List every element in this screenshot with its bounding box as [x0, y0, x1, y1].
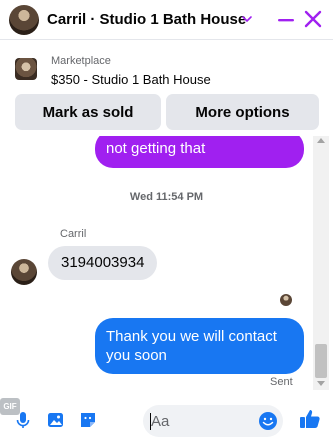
message-timestamp: Wed 11:54 PM — [129, 191, 204, 203]
marketplace-panel: Marketplace $350 - Studio 1 Bath House M… — [0, 41, 333, 134]
scrollbar[interactable] — [313, 136, 329, 390]
sender-avatar[interactable] — [11, 259, 37, 285]
chevron-down-icon[interactable] — [240, 12, 254, 26]
marketplace-label: Marketplace — [51, 55, 111, 67]
scroll-up-icon[interactable] — [317, 138, 325, 143]
chat-window: Carril · Studio 1 Bath House Marketplace… — [0, 0, 333, 441]
listing-description[interactable]: $350 - Studio 1 Bath House — [51, 72, 211, 87]
message-list[interactable]: not getting that Wed 11:54 PM Carril 319… — [0, 136, 333, 390]
outgoing-message[interactable]: not getting that — [95, 136, 304, 168]
chat-title[interactable]: Carril · Studio 1 Bath House — [47, 11, 246, 28]
avatar[interactable] — [9, 5, 39, 35]
incoming-message[interactable]: 3194003934 — [48, 246, 158, 280]
listing-thumbnail[interactable] — [15, 58, 37, 80]
scrollbar-thumb[interactable] — [315, 344, 327, 378]
scroll-down-icon[interactable] — [317, 381, 325, 386]
emoji-icon[interactable] — [257, 410, 279, 432]
message-input-box[interactable] — [143, 405, 283, 437]
seen-avatar — [280, 294, 292, 306]
thumbs-up-icon[interactable] — [298, 407, 322, 431]
photo-icon[interactable] — [46, 410, 66, 430]
message-status: Sent — [270, 376, 293, 388]
message-input[interactable] — [151, 405, 251, 437]
sticker-icon[interactable] — [78, 410, 98, 430]
composer-bar: GIF — [0, 398, 333, 441]
microphone-icon[interactable] — [13, 410, 33, 430]
close-icon[interactable] — [303, 9, 323, 29]
minimize-icon[interactable] — [277, 9, 295, 31]
sender-name: Carril — [60, 228, 87, 240]
outgoing-message[interactable]: Thank you we will contact you soon — [95, 318, 304, 374]
mark-as-sold-button[interactable]: Mark as sold — [15, 94, 161, 130]
chat-header: Carril · Studio 1 Bath House — [0, 0, 333, 40]
more-options-button[interactable]: More options — [166, 94, 319, 130]
